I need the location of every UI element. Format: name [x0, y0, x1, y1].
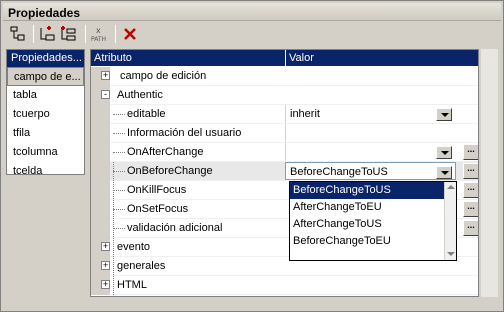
- toolbar: x PATH: [3, 23, 501, 45]
- row-label: OnSetFocus: [127, 203, 189, 215]
- dropdown-arrow-icon[interactable]: [436, 166, 452, 179]
- scroll-up-icon[interactable]: [447, 185, 455, 189]
- add-sibling-icon[interactable]: [59, 24, 81, 44]
- value-text: inherit: [290, 108, 320, 120]
- grid-header: Atributo Valor: [91, 50, 478, 66]
- toolbar-separator: [33, 25, 34, 43]
- group-row-authentic[interactable]: - Authentic: [91, 86, 478, 105]
- xpath-label: PATH: [91, 36, 106, 43]
- row-label: HTML: [117, 279, 147, 291]
- value-column-header[interactable]: Valor: [289, 52, 314, 64]
- row-label: editable: [127, 108, 166, 120]
- toolbar-separator: [85, 25, 86, 43]
- element-list-item[interactable]: tfila: [7, 124, 84, 143]
- group-row-html[interactable]: + HTML: [91, 276, 478, 295]
- dropdown-scrollbar[interactable]: [444, 182, 456, 260]
- row-label: Información del usuario: [127, 127, 242, 139]
- value-text: BeforeChangeToUS: [290, 166, 388, 178]
- scroll-down-icon[interactable]: [447, 252, 455, 256]
- dropdown-option[interactable]: BeforeChangeToUS: [290, 182, 456, 199]
- property-row-onafterchange[interactable]: OnAfterChange ...: [91, 143, 478, 162]
- element-list-item[interactable]: campo de e...: [7, 67, 84, 86]
- title-bar: Propiedades: [3, 3, 501, 21]
- tree-view-icon[interactable]: [7, 24, 29, 44]
- expand-icon[interactable]: +: [101, 280, 110, 289]
- dropdown-arrow-icon[interactable]: [436, 146, 452, 159]
- value-dropdown-list[interactable]: BeforeChangeToUS AfterChangeToEU AfterCh…: [289, 181, 457, 261]
- add-child-icon[interactable]: [37, 24, 59, 44]
- ellipsis-button[interactable]: ...: [463, 144, 478, 160]
- element-list-panel: Propiedades... campo de e... tabla tcuer…: [6, 49, 85, 177]
- row-label: OnBeforeChange: [127, 165, 213, 177]
- xpath-icon[interactable]: x PATH: [89, 24, 111, 44]
- property-row-onbeforechange[interactable]: OnBeforeChange BeforeChangeToUS ...: [91, 162, 478, 181]
- vertical-scrollbar[interactable]: [481, 49, 498, 297]
- row-label: OnAfterChange: [127, 146, 204, 158]
- row-label: OnKillFocus: [127, 184, 187, 196]
- ellipsis-button[interactable]: ...: [463, 182, 478, 198]
- delete-icon[interactable]: [119, 24, 141, 44]
- row-label: evento: [117, 241, 151, 253]
- ellipsis-button[interactable]: ...: [463, 163, 478, 179]
- element-list-header: Propiedades...: [7, 50, 84, 67]
- expand-icon[interactable]: +: [101, 242, 110, 251]
- row-label: campo de edición: [120, 70, 207, 82]
- dropdown-option[interactable]: AfterChangeToUS: [290, 216, 456, 233]
- svg-text:x: x: [96, 26, 101, 35]
- property-row-editable[interactable]: editable inherit: [91, 105, 478, 124]
- dropdown-arrow-icon[interactable]: [436, 108, 452, 121]
- group-row-campo-de-edicion[interactable]: + campo de edición: [91, 67, 478, 86]
- element-list-item[interactable]: tcelda: [7, 162, 84, 181]
- ellipsis-button[interactable]: ...: [463, 220, 478, 236]
- expand-icon[interactable]: +: [101, 261, 110, 270]
- value-cell[interactable]: inherit: [285, 105, 456, 123]
- dropdown-option[interactable]: AfterChangeToEU: [290, 199, 456, 216]
- toolbar-separator: [115, 25, 116, 43]
- window-title: Propiedades: [8, 6, 81, 20]
- attribute-column-header[interactable]: Atributo: [94, 52, 132, 64]
- expand-icon[interactable]: +: [101, 71, 110, 80]
- value-cell[interactable]: [285, 143, 456, 161]
- value-cell[interactable]: [285, 124, 456, 142]
- property-row-informacion-del-usuario[interactable]: Información del usuario: [91, 124, 478, 143]
- value-combo[interactable]: BeforeChangeToUS: [285, 162, 456, 180]
- properties-window: Propiedades x PATH Propiedades... campo d…: [0, 0, 504, 312]
- row-label: Authentic: [117, 89, 163, 101]
- row-label: generales: [117, 260, 166, 272]
- column-splitter[interactable]: [285, 50, 286, 66]
- row-label: validación adicional: [127, 222, 223, 234]
- element-list-item[interactable]: tcolumna: [7, 143, 84, 162]
- ellipsis-button[interactable]: ...: [463, 201, 478, 217]
- dropdown-option[interactable]: BeforeChangeToEU: [290, 233, 456, 250]
- element-list-item[interactable]: tcuerpo: [7, 105, 84, 124]
- element-list-item[interactable]: tabla: [7, 86, 84, 105]
- collapse-icon[interactable]: -: [101, 90, 110, 99]
